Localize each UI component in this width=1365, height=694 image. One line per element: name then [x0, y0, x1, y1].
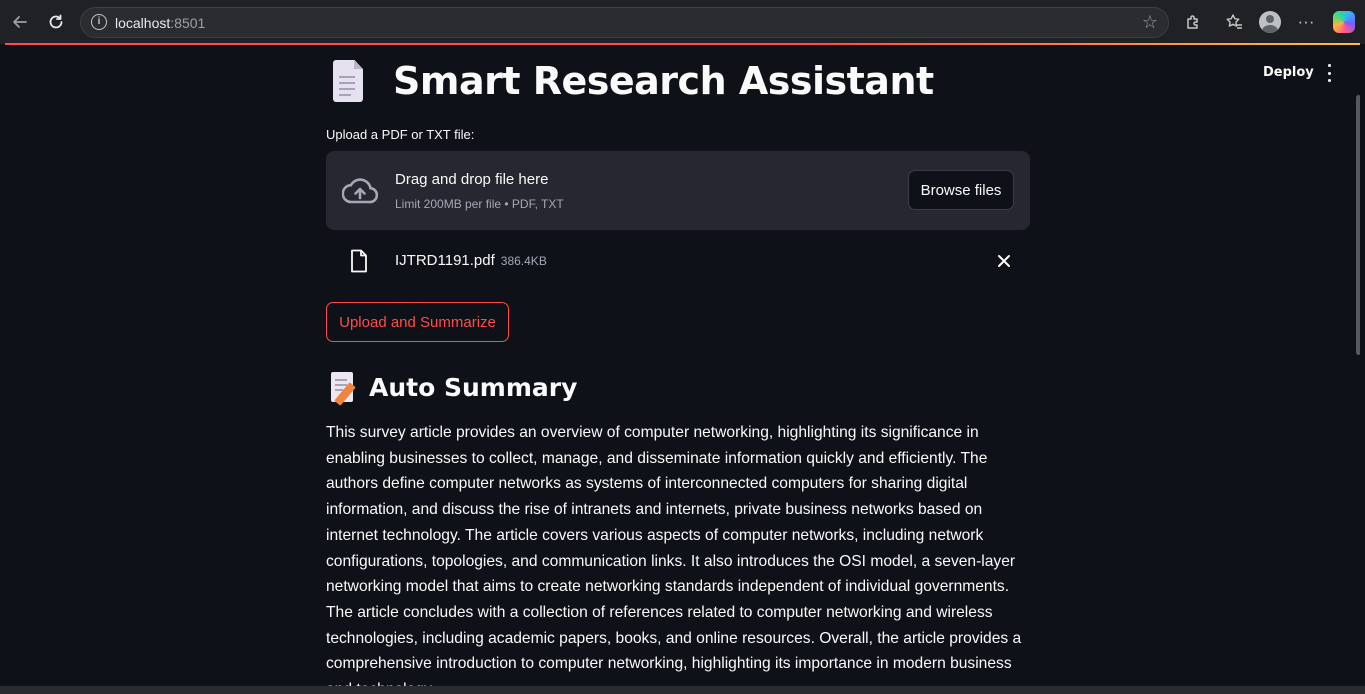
site-info-icon[interactable]: i	[91, 14, 107, 30]
main-menu-icon[interactable]	[1325, 64, 1333, 82]
favorite-star-icon[interactable]: ☆	[1142, 12, 1158, 33]
browser-toolbar: i localhost:8501 ☆ ···	[0, 0, 1365, 44]
cloud-upload-icon	[342, 178, 378, 204]
taskbar-edge	[0, 686, 1365, 694]
url-port: :8501	[170, 15, 206, 31]
dropzone-title: Drag and drop file here	[395, 171, 549, 188]
browse-files-button[interactable]: Browse files	[908, 170, 1014, 210]
summary-heading: Auto Summary	[369, 372, 578, 402]
address-bar[interactable]: i localhost:8501 ☆	[80, 7, 1169, 38]
url-host: localhost	[115, 15, 171, 31]
scrollbar[interactable]	[1356, 95, 1360, 355]
page-header: Smart Research Assistant	[331, 58, 934, 104]
file-name: IJTRD1191.pdf	[395, 252, 495, 269]
page-title: Smart Research Assistant	[393, 59, 934, 103]
remove-file-close-icon[interactable]	[994, 251, 1014, 271]
summary-header: Auto Summary	[331, 369, 578, 406]
profile-avatar[interactable]	[1259, 11, 1281, 33]
memo-icon	[331, 372, 357, 406]
upload-and-summarize-button[interactable]: Upload and Summarize	[326, 302, 509, 342]
favorites-icon[interactable]	[1221, 9, 1247, 35]
summary-text: This survey article provides an overview…	[326, 424, 1022, 694]
file-dropzone[interactable]: Drag and drop file here Limit 200MB per …	[326, 151, 1030, 230]
upload-label: Upload a PDF or TXT file:	[326, 127, 475, 142]
file-size: 386.4KB	[500, 254, 547, 268]
file-name-row: IJTRD1191.pdf 386.4KB	[395, 252, 547, 269]
more-options-icon[interactable]: ···	[1293, 9, 1319, 35]
copilot-icon[interactable]	[1333, 11, 1355, 33]
reload-icon[interactable]	[42, 8, 70, 36]
dropzone-limit-text: Limit 200MB per file • PDF, TXT	[395, 197, 564, 211]
page-facing-up-icon	[331, 60, 365, 102]
file-icon	[351, 249, 367, 273]
deploy-button[interactable]: Deploy	[1263, 65, 1314, 80]
back-arrow-icon[interactable]	[6, 8, 34, 36]
extensions-icon[interactable]	[1180, 9, 1206, 35]
uploaded-file-item: IJTRD1191.pdf 386.4KB	[326, 242, 1030, 282]
address-url[interactable]: localhost:8501	[115, 15, 205, 31]
